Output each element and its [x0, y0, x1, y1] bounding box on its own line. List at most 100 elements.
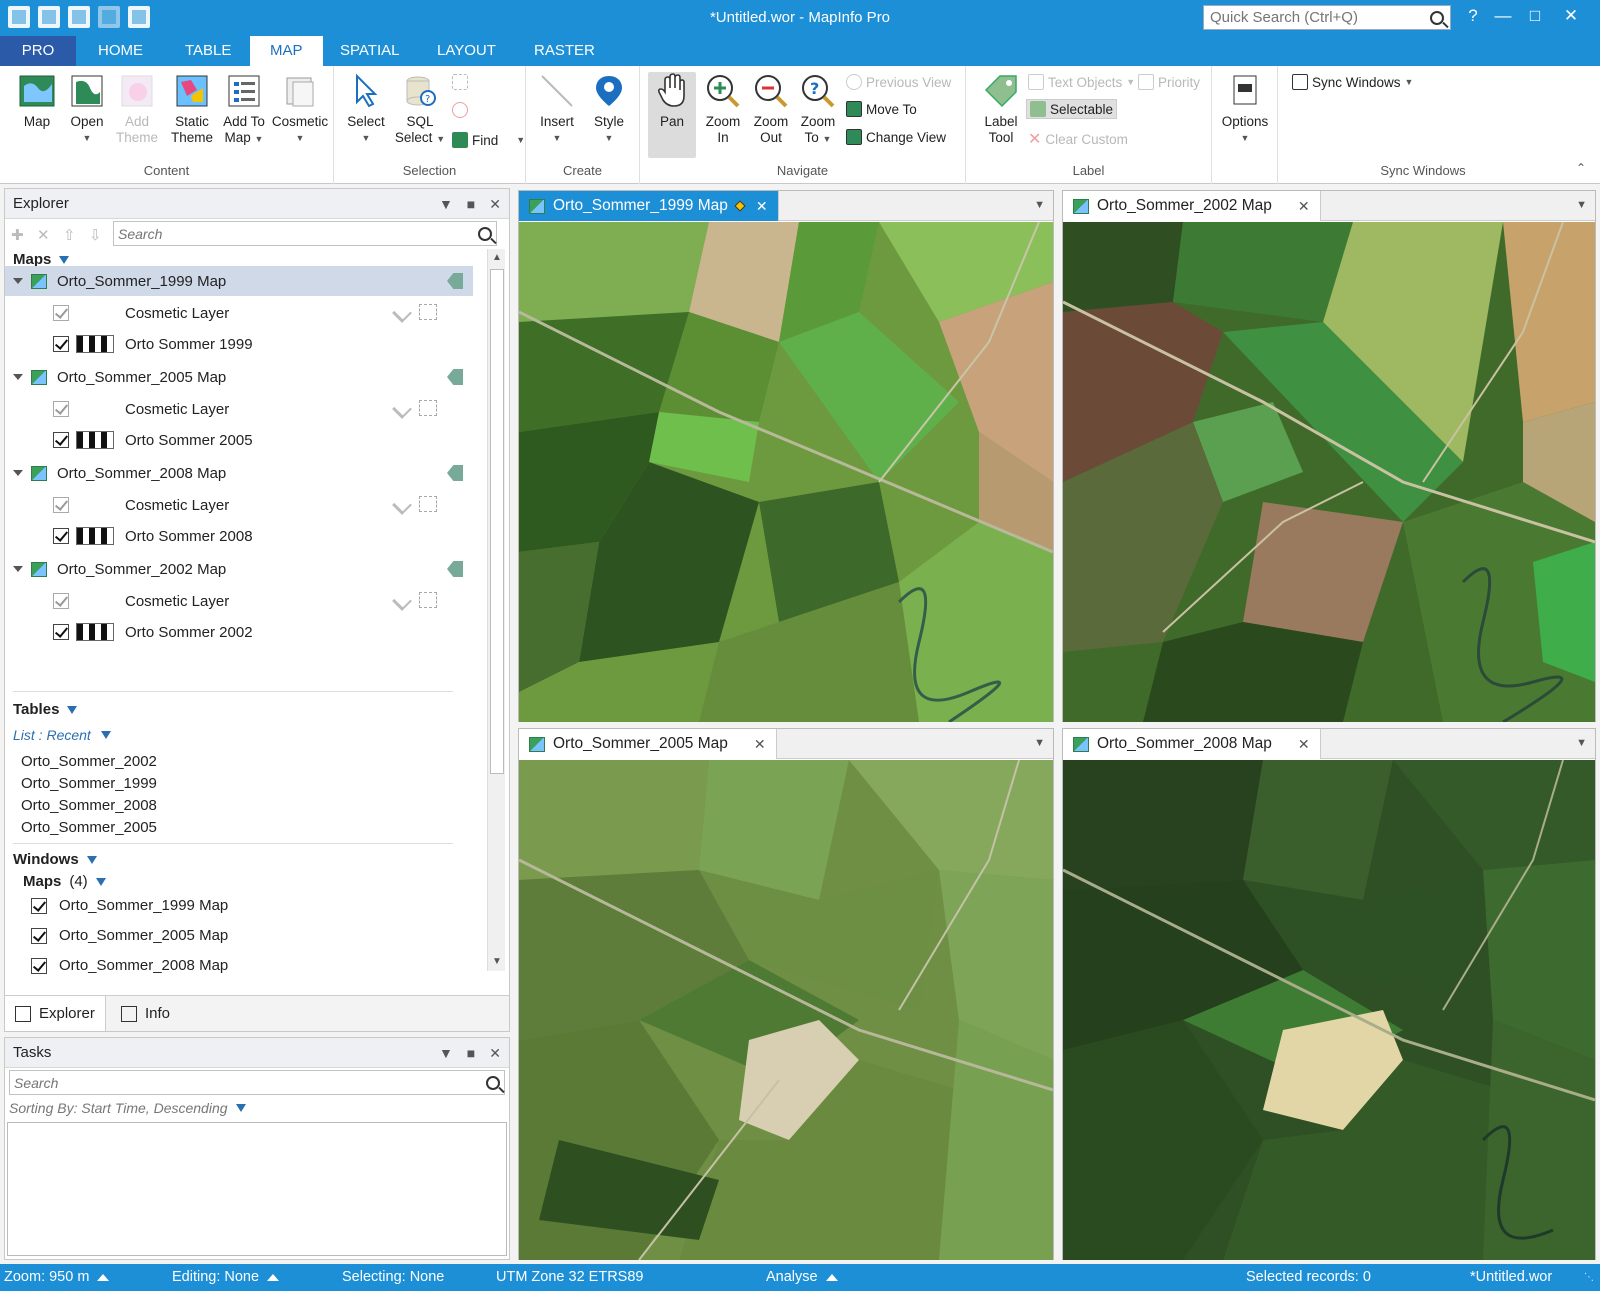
tab-pro[interactable]: PRO: [0, 36, 76, 66]
add-theme-button[interactable]: Add Theme: [112, 72, 162, 146]
edit-pencil-icon[interactable]: [392, 591, 412, 611]
add-to-map-button[interactable]: Add To Map ▼: [220, 72, 268, 147]
quick-search-input[interactable]: [1210, 9, 1430, 26]
edit-pencil-icon[interactable]: [392, 495, 412, 515]
zoom-out-button[interactable]: Zoom Out: [748, 72, 794, 146]
tab-raster[interactable]: RASTER: [514, 36, 615, 66]
expand-arrow-icon[interactable]: [95, 877, 106, 886]
map-button[interactable]: Map: [14, 72, 60, 130]
aerial-map-2005[interactable]: [519, 760, 1053, 1260]
zoom-in-button[interactable]: Zoom In: [700, 72, 746, 146]
label-tag-icon[interactable]: [447, 369, 463, 385]
change-view-button[interactable]: Change View: [846, 129, 946, 145]
app-logo-icon[interactable]: [8, 6, 30, 28]
minimize-button[interactable]: —: [1488, 6, 1518, 26]
window-item[interactable]: Orto_Sommer_1999 Map: [31, 897, 228, 914]
table-item[interactable]: Orto_Sommer_2002: [21, 753, 157, 770]
map-item[interactable]: Orto_Sommer_2002 Map: [5, 554, 473, 584]
expand-arrow-icon[interactable]: [59, 255, 70, 264]
open-button[interactable]: Open ▼: [64, 72, 110, 146]
analyse-menu-arrow-icon[interactable]: [825, 1273, 838, 1281]
help-icon[interactable]: ?: [1458, 6, 1488, 26]
cosmetic-layer-row[interactable]: Cosmetic Layer: [5, 490, 473, 520]
select-tool-small[interactable]: [452, 74, 468, 90]
static-theme-button[interactable]: Static Theme: [166, 72, 218, 146]
expand-arrow-icon[interactable]: [86, 855, 97, 864]
tasks-search-box[interactable]: [9, 1070, 505, 1095]
clear-custom-button[interactable]: ✕ Clear Custom: [1028, 129, 1128, 149]
panel-close-icon[interactable]: ✕: [489, 1038, 501, 1068]
sql-select-button[interactable]: ? SQL Select ▼: [394, 72, 446, 147]
map-window[interactable]: Orto_Sommer_2002 Map ✕ ▼: [1062, 190, 1596, 722]
map-item[interactable]: Orto_Sommer_1999 Map: [5, 266, 473, 296]
pin-icon[interactable]: ■: [467, 189, 475, 219]
previous-view-button[interactable]: Previous View: [846, 74, 951, 90]
edit-pencil-icon[interactable]: [392, 399, 412, 419]
tab-map[interactable]: MAP: [250, 36, 323, 66]
map-window[interactable]: Orto_Sommer_2005 Map ✕ ▼: [518, 728, 1054, 1260]
table-item[interactable]: Orto_Sommer_2008: [21, 797, 157, 814]
label-tag-icon[interactable]: [447, 561, 463, 577]
collapse-ribbon-icon[interactable]: ⌃: [1576, 161, 1586, 175]
window-item[interactable]: Orto_Sommer_2008 Map: [31, 957, 228, 974]
tab-info[interactable]: Info: [111, 996, 180, 1031]
panel-close-icon[interactable]: ✕: [489, 189, 501, 219]
text-objects-button[interactable]: Text Objects ▼: [1028, 74, 1135, 90]
projection-status[interactable]: UTM Zone 32 ETRS89: [496, 1269, 643, 1285]
explorer-search-input[interactable]: [118, 225, 478, 242]
analyse-status[interactable]: Analyse: [766, 1269, 838, 1285]
explorer-scrollbar[interactable]: ▲ ▼: [487, 249, 505, 971]
cosmetic-button[interactable]: Cosmetic ▼: [270, 72, 330, 146]
label-tag-icon[interactable]: [447, 273, 463, 289]
close-button[interactable]: ✕: [1556, 6, 1586, 26]
maximize-button[interactable]: □: [1520, 6, 1550, 26]
windows-section-header[interactable]: Windows: [13, 851, 97, 868]
label-tool-button[interactable]: Label Tool: [978, 72, 1024, 146]
move-down-icon[interactable]: ⇩: [89, 226, 102, 244]
scroll-down-icon[interactable]: ▼: [488, 953, 506, 971]
label-tag-icon[interactable]: [447, 465, 463, 481]
find-button[interactable]: Find ▼: [452, 132, 525, 148]
panel-menu-icon[interactable]: ▼: [439, 189, 453, 219]
close-window-icon[interactable]: ✕: [1298, 198, 1310, 215]
panel-menu-icon[interactable]: ▼: [439, 1038, 453, 1068]
aerial-map-2002[interactable]: [1063, 222, 1595, 722]
collapse-arrow-icon[interactable]: [13, 374, 23, 380]
cosmetic-layer-row[interactable]: Cosmetic Layer: [5, 586, 473, 616]
remove-icon[interactable]: ✕: [37, 226, 50, 244]
search-icon[interactable]: [1430, 10, 1444, 25]
add-icon[interactable]: ✚: [11, 226, 24, 244]
pan-button[interactable]: Pan: [648, 72, 696, 158]
collapse-arrow-icon[interactable]: [13, 470, 23, 476]
new-workspace-icon[interactable]: [38, 6, 60, 28]
zoom-menu-arrow-icon[interactable]: [97, 1273, 110, 1281]
move-to-button[interactable]: Move To: [846, 101, 917, 117]
close-all-icon[interactable]: [128, 6, 150, 28]
move-up-icon[interactable]: ⇧: [63, 226, 76, 244]
search-icon[interactable]: [478, 226, 492, 241]
window-visibility-checkbox[interactable]: [31, 897, 47, 914]
table-item[interactable]: Orto_Sommer_1999: [21, 775, 157, 792]
map-window-tab[interactable]: Orto_Sommer_2005 Map ✕: [519, 729, 777, 759]
editing-status[interactable]: Editing: None: [172, 1269, 280, 1285]
tab-home[interactable]: HOME: [78, 36, 163, 66]
cosmetic-layer-row[interactable]: Cosmetic Layer: [5, 394, 473, 424]
aerial-map-2008[interactable]: [1063, 760, 1595, 1260]
collapse-arrow-icon[interactable]: [13, 566, 23, 572]
open-workspace-icon[interactable]: [68, 6, 90, 28]
clear-selection-small[interactable]: [452, 102, 468, 118]
window-visibility-checkbox[interactable]: [31, 957, 47, 974]
expand-arrow-icon[interactable]: [67, 705, 78, 714]
save-workspace-icon[interactable]: [98, 6, 120, 28]
layer-visibility-checkbox[interactable]: [53, 497, 69, 513]
close-window-icon[interactable]: ✕: [756, 198, 768, 215]
sorting-arrow-icon[interactable]: [235, 1104, 246, 1112]
scroll-thumb[interactable]: [490, 269, 504, 774]
tab-explorer[interactable]: Explorer: [5, 996, 106, 1031]
map-item[interactable]: Orto_Sommer_2005 Map: [5, 362, 473, 392]
scroll-up-icon[interactable]: ▲: [488, 249, 506, 267]
insert-button[interactable]: Insert ▼: [532, 72, 582, 146]
map-window[interactable]: Orto_Sommer_1999 Map ✕ ▼: [518, 190, 1054, 722]
style-button[interactable]: Style ▼: [584, 72, 634, 146]
sync-windows-button[interactable]: Sync Windows ▼: [1292, 74, 1413, 90]
